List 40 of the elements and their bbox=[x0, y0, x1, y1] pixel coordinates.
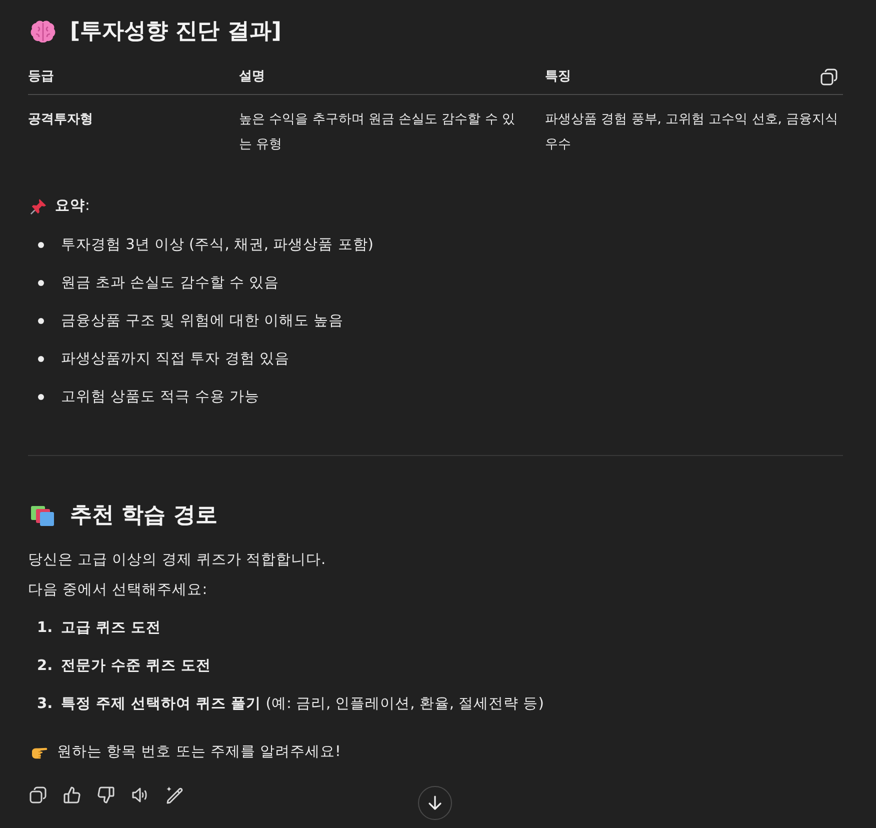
list-item-text: 원금 초과 손실도 감수할 수 있음 bbox=[61, 274, 280, 293]
option-text: 특정 주제 선택하여 퀴즈 풀기 (예: 금리, 인플레이션, 환율, 절세전략 등) bbox=[61, 695, 544, 714]
bullet-icon bbox=[38, 242, 44, 248]
thumbs-up-icon bbox=[63, 786, 81, 804]
column-header: 등급 bbox=[28, 68, 55, 86]
list-item-text: 고위험 상품도 적극 수용 가능 bbox=[61, 388, 260, 407]
list-number: 1. bbox=[37, 619, 54, 638]
bullet-icon bbox=[38, 280, 44, 286]
list-number: 2. bbox=[37, 657, 54, 676]
down-arrow-icon bbox=[427, 795, 443, 811]
column-header: 특징 bbox=[545, 68, 572, 86]
list-item-text: 금융상품 구조 및 위험에 대한 이해도 높음 bbox=[61, 312, 344, 331]
speaker-icon bbox=[131, 786, 149, 804]
copy-icon bbox=[29, 786, 47, 804]
column-header: 설명 bbox=[239, 68, 266, 86]
pencil-sparkle-icon bbox=[165, 786, 183, 804]
table-cell-text: 높은 수익을 추구하며 원금 손실도 감수할 수 있는 유형 bbox=[239, 111, 516, 154]
table-cell-text: 파생상품 경험 풍부, 고위험 고수익 선호, 금융지식 우수 bbox=[545, 111, 840, 154]
bullet-icon bbox=[38, 394, 44, 400]
option-text: 고급 퀴즈 도전 bbox=[61, 619, 162, 638]
thumbs-down-icon bbox=[97, 786, 115, 804]
list-item-text: 파생상품까지 직접 투자 경험 있음 bbox=[61, 350, 290, 369]
option-text: 전문가 수준 퀴즈 도전 bbox=[61, 657, 212, 676]
brain-icon bbox=[30, 20, 56, 44]
bullet-icon bbox=[38, 356, 44, 362]
scroll-down-button[interactable] bbox=[418, 786, 452, 820]
bullet-icon bbox=[38, 318, 44, 324]
pushpin-icon bbox=[30, 198, 47, 214]
copy-button[interactable] bbox=[820, 68, 838, 86]
books-icon bbox=[30, 504, 56, 528]
paragraph-text: 당신은 고급 이상의 경제 퀴즈가 적합합니다. bbox=[28, 551, 326, 570]
table-cell-text: 공격투자형 bbox=[28, 111, 94, 129]
copy-icon bbox=[820, 68, 838, 86]
summary-label: 요약: bbox=[55, 197, 90, 216]
paragraph-text: 다음 중에서 선택해주세요: bbox=[28, 581, 208, 600]
section-title: 추천 학습 경로 bbox=[70, 502, 218, 530]
section-title: [투자성향 진단 결과] bbox=[70, 18, 282, 46]
list-number: 3. bbox=[37, 695, 54, 714]
list-item-text: 투자경험 3년 이상 (주식, 채권, 파생상품 포함) bbox=[61, 236, 374, 255]
closing-text: 원하는 항목 번호 또는 주제를 알려주세요! bbox=[57, 743, 341, 762]
